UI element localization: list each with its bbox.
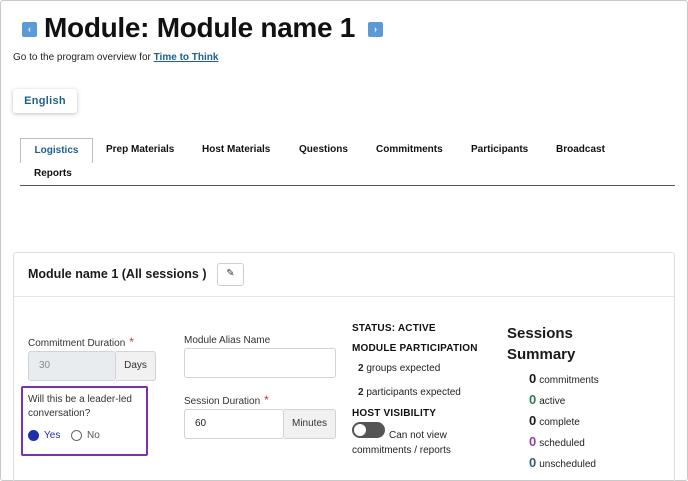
tab-participants[interactable]: Participants — [471, 144, 528, 155]
edit-button[interactable]: ✎ — [217, 263, 244, 286]
previous-module-arrow-icon[interactable]: ‹ — [22, 22, 37, 37]
no-radio-label[interactable]: No — [87, 430, 100, 441]
commitment-duration-input: 30 — [28, 351, 116, 381]
module-alias-label: Module Alias Name — [184, 335, 271, 346]
host-visibility-text: Can not view commitments / reports — [352, 430, 451, 456]
yes-radio[interactable] — [28, 430, 39, 441]
host-visibility-heading: HOST VISIBILITY — [352, 408, 437, 419]
tab-prep-materials[interactable]: Prep Materials — [106, 144, 174, 155]
summary-row-unscheduled: 0 unscheduled — [529, 455, 596, 470]
overview-prefix: Go to the program overview for — [13, 52, 151, 63]
tab-questions[interactable]: Questions — [299, 144, 348, 155]
tab-host-materials[interactable]: Host Materials — [202, 144, 270, 155]
pencil-icon: ✎ — [226, 268, 235, 279]
tab-bar-divider — [20, 185, 675, 186]
tab-reports[interactable]: Reports — [34, 168, 72, 179]
module-participation-heading: MODULE PARTICIPATION — [352, 343, 478, 354]
module-alias-input[interactable] — [184, 348, 336, 378]
yes-radio-label[interactable]: Yes — [44, 430, 60, 441]
language-button[interactable]: English — [13, 89, 77, 113]
program-overview-link[interactable]: Time to Think — [154, 52, 219, 63]
summary-row-active: 0 active — [529, 392, 566, 407]
card-title: Module name 1 (All sessions ) — [28, 267, 207, 281]
page-title: Module: Module name 1 — [44, 12, 356, 43]
summary-row-commitments: 0 commitments — [529, 371, 599, 386]
summary-row-scheduled: 0 scheduled — [529, 434, 585, 449]
session-duration-label: Session Duration * — [184, 393, 269, 407]
tab-commitments[interactable]: Commitments — [376, 144, 443, 155]
sessions-summary-title: Sessions Summary — [507, 325, 576, 363]
status-text: STATUS: ACTIVE — [352, 323, 436, 334]
minutes-unit-addon: Minutes — [284, 409, 336, 439]
next-module-arrow-icon[interactable]: › — [368, 22, 383, 37]
no-radio[interactable] — [71, 430, 82, 441]
tab-broadcast[interactable]: Broadcast — [556, 144, 605, 155]
program-overview-line: Go to the program overview for Time to T… — [13, 52, 218, 63]
participants-expected: 2 participants expected — [358, 387, 461, 398]
summary-row-complete: 0 complete — [529, 413, 580, 428]
card-header-divider — [14, 296, 674, 297]
commitment-duration-label: Commitment Duration * — [28, 335, 134, 349]
groups-expected: 2 groups expected — [358, 363, 441, 374]
days-unit-addon: Days — [116, 351, 156, 381]
session-duration-input[interactable]: 60 — [184, 409, 284, 439]
required-marker: * — [264, 393, 269, 407]
required-marker: * — [129, 335, 134, 349]
leader-led-question: Will this be a leader-led conversation? — [28, 394, 132, 419]
tab-logistics[interactable]: Logistics — [20, 138, 93, 163]
